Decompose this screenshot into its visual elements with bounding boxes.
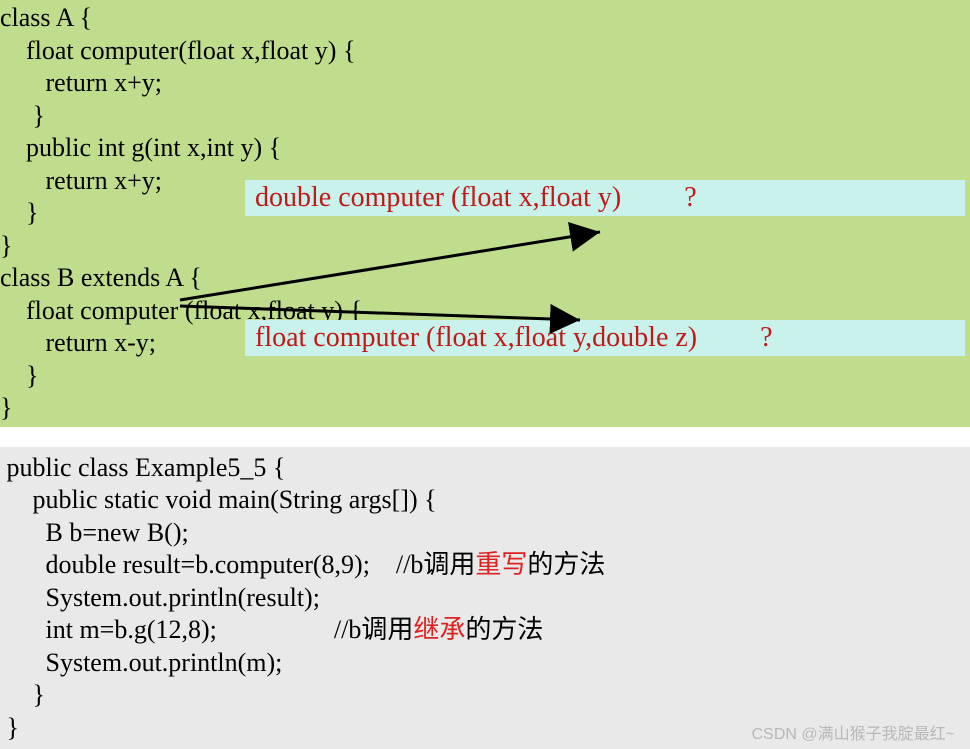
code-line: System.out.println(m); (0, 647, 970, 680)
callout-double-computer: double computer (float x,float y) ? (245, 180, 965, 216)
highlight-override: 重写 (475, 550, 527, 579)
code-line: class B extends A { (0, 262, 970, 295)
watermark: CSDN @满山猴子我腚最红~ (752, 720, 955, 744)
code-block-main: public class Example5_5 { public static … (0, 447, 970, 749)
code-line: } (0, 392, 970, 425)
code-block-classes: class A { float computer(float x,float y… (0, 0, 970, 427)
code-line: int m=b.g(12,8); //b调用继承的方法 (0, 614, 970, 647)
code-line: class A { (0, 2, 970, 35)
code-line: return x+y; (0, 67, 970, 100)
code-line: public int g(int x,int y) { (0, 132, 970, 165)
code-line: } (0, 100, 970, 133)
code-line: B b=new B(); (0, 517, 970, 550)
code-line: public class Example5_5 { (0, 452, 970, 485)
code-line: } (0, 230, 970, 263)
highlight-inherit: 继承 (413, 615, 465, 644)
code-line: double result=b.computer(8,9); //b调用重写的方… (0, 549, 970, 582)
code-line: float computer(float x,float y) { (0, 35, 970, 68)
code-line: System.out.println(result); (0, 582, 970, 615)
code-line: } (0, 679, 970, 712)
code-line: public static void main(String args[]) { (0, 484, 970, 517)
callout-float-computer-z: float computer (float x,float y,double z… (245, 320, 965, 356)
code-line: } (0, 360, 970, 393)
